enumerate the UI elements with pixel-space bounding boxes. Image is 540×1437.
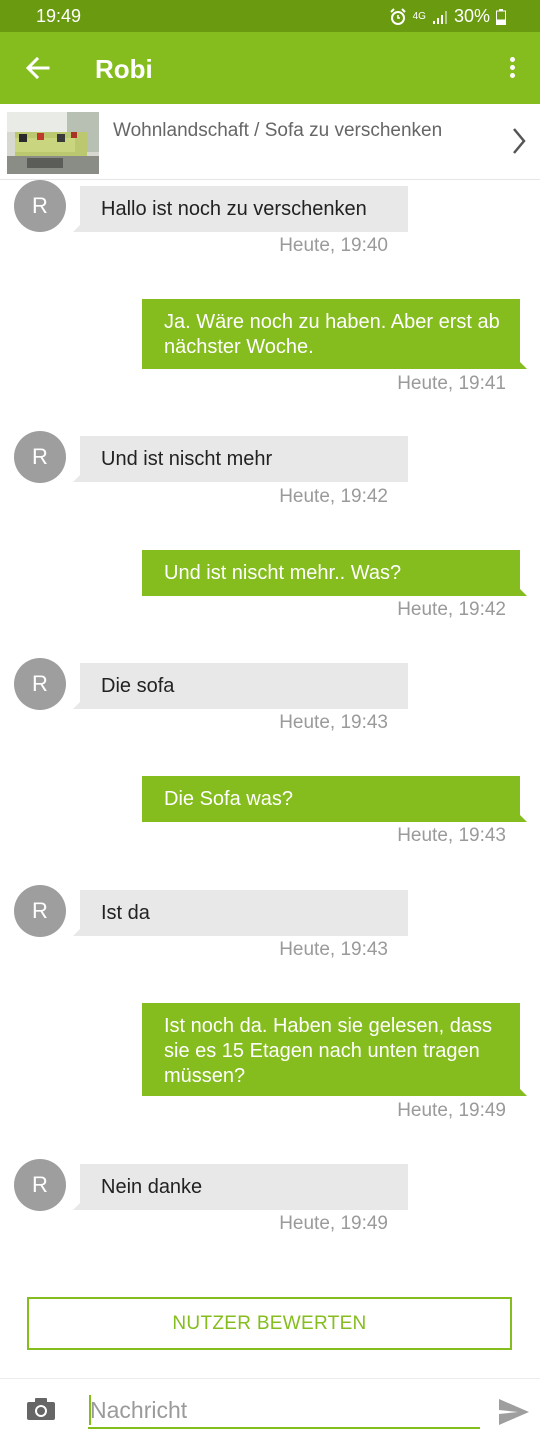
message-outgoing: Ja. Wäre noch zu haben. Aber erst ab näc… [142,299,520,369]
network-type: 4G [412,11,426,22]
listing-header[interactable]: Wohnlandschaft / Sofa zu verschenken [0,104,540,180]
battery-icon [496,8,506,25]
message-time: Heute, 19:41 [397,373,506,394]
message-text: Ist da [101,902,150,924]
battery-level: 30% [453,6,490,26]
message-outgoing: Ist noch da. Haben sie gelesen, dass sie… [142,1003,520,1096]
message-time: Heute, 19:49 [279,1213,388,1234]
message-time: Heute, 19:49 [397,1100,506,1121]
avatar: R [14,885,66,937]
message-time: Heute, 19:43 [279,939,388,960]
message-outgoing: Die Sofa was? [142,776,520,822]
avatar: R [14,1159,66,1211]
message-time: Heute, 19:42 [397,599,506,620]
message-text: Hallo ist noch zu verschenken [101,198,367,220]
text-cursor [89,1395,91,1425]
camera-icon[interactable] [26,1397,56,1421]
message-input[interactable] [88,1393,480,1429]
message-time: Heute, 19:43 [397,825,506,846]
message-incoming: Ist da [80,890,408,936]
avatar: R [14,431,66,483]
message-outgoing: Und ist nischt mehr.. Was? [142,550,520,596]
alarm-icon [389,7,406,25]
message-text: Die sofa [101,675,175,697]
signal-icon [432,10,447,24]
message-incoming: Und ist nischt mehr [80,436,408,482]
message-text: Ja. Wäre noch zu haben. Aber erst ab näc… [164,311,500,358]
message-incoming: Die sofa [80,663,408,709]
message-incoming: Hallo ist noch zu verschenken [80,186,408,232]
app-bar: Robi [0,32,540,104]
message-text: Nein danke [101,1176,203,1198]
message-text: Und ist nischt mehr.. Was? [164,562,402,584]
message-incoming: Nein danke [80,1164,408,1210]
message-text: Die Sofa was? [164,788,293,810]
message-time: Heute, 19:43 [279,712,388,733]
more-vert-icon[interactable] [502,54,522,84]
avatar: R [14,658,66,710]
avatar: R [14,180,66,232]
status-bar: 19:49 4G 30% [0,0,540,32]
listing-thumbnail [7,112,99,174]
status-indicators: 4G 30% [389,6,506,27]
message-text: Ist noch da. Haben sie gelesen, dass sie… [164,1015,492,1087]
send-icon[interactable] [498,1398,530,1426]
rate-user-button[interactable]: NUTZER BEWERTEN [27,1297,512,1350]
arrow-left-icon[interactable] [24,54,52,82]
chat-partner-name: Robi [95,54,153,84]
status-time: 19:49 [36,6,82,26]
message-text: Und ist nischt mehr [101,448,273,470]
message-time: Heute, 19:42 [279,486,388,507]
chevron-right-icon [513,128,526,154]
message-composer [0,1378,540,1437]
listing-title: Wohnlandschaft / Sofa zu verschenken [113,120,443,141]
message-time: Heute, 19:40 [279,235,388,256]
